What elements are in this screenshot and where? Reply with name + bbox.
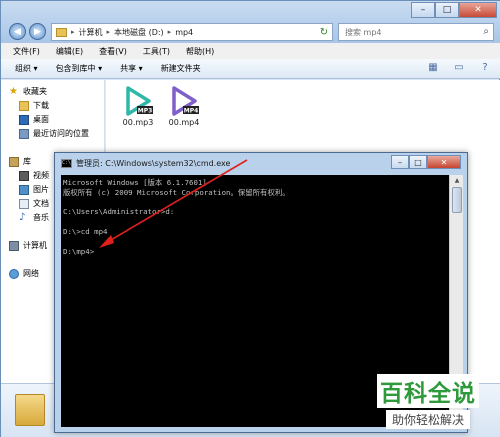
- nav-desktop[interactable]: 桌面: [19, 114, 49, 125]
- nav-videos[interactable]: 视频: [19, 170, 49, 181]
- include-in-library-button[interactable]: 包含到库中 ▾: [56, 63, 103, 74]
- nav-desktop-label: 桌面: [33, 115, 49, 124]
- chevron-right-icon: ▸: [71, 28, 75, 36]
- watermark-logo: 百科全说 助你轻松解决: [364, 370, 492, 432]
- console-line: D:\>cd mp4: [63, 226, 108, 236]
- explorer-window-controls: – □ ✕: [411, 2, 497, 18]
- close-button[interactable]: ✕: [459, 2, 497, 18]
- library-icon: [9, 156, 19, 167]
- network-icon: [9, 268, 19, 279]
- folder-icon: [15, 394, 45, 426]
- nav-pictures-label: 图片: [33, 185, 49, 194]
- nav-recent[interactable]: 最近访问的位置: [19, 128, 89, 139]
- cmd-close-button[interactable]: ✕: [427, 155, 461, 169]
- cmd-icon: C:\: [61, 158, 72, 168]
- computer-icon: [9, 240, 19, 251]
- console-line: 版权所有 (c) 2009 Microsoft Corporation。保留所有…: [63, 187, 290, 197]
- explorer-titlebar: – □ ✕ ◀ ▶ ▸ 计算机 ▸ 本地磁盘 (D:) ▸ mp4 ↻ ⌕: [1, 1, 500, 43]
- nav-computer[interactable]: 计算机: [9, 240, 47, 251]
- menu-file[interactable]: 文件(F): [5, 46, 48, 57]
- console-line: [63, 217, 447, 227]
- nav-music-label: 音乐: [33, 213, 49, 222]
- nav-documents-label: 文档: [33, 199, 49, 208]
- chevron-right-icon: ▸: [167, 28, 172, 36]
- folder-icon: [56, 27, 67, 37]
- minimize-button[interactable]: –: [411, 2, 435, 18]
- menu-help[interactable]: 帮助(H): [178, 46, 222, 57]
- forward-button[interactable]: ▶: [29, 23, 46, 40]
- search-icon[interactable]: ⌕: [483, 26, 489, 37]
- cmd-window-controls: – □ ✕: [391, 155, 461, 169]
- file-name: 00.mp3: [122, 118, 154, 127]
- picture-library-icon: [19, 184, 29, 195]
- mp4-badge: MP4: [184, 108, 199, 115]
- help-icon[interactable]: ?: [479, 62, 491, 74]
- scroll-up-icon[interactable]: ▲: [452, 176, 462, 186]
- chevron-right-icon: ▸: [106, 28, 111, 36]
- nav-recent-label: 最近访问的位置: [33, 129, 89, 138]
- file-name: 00.mp4: [168, 118, 200, 127]
- console-line: [63, 198, 447, 208]
- address-bar[interactable]: ▸ 计算机 ▸ 本地磁盘 (D:) ▸ mp4: [51, 23, 333, 41]
- cmd-maximize-button[interactable]: □: [409, 155, 427, 169]
- nav-computer-label: 计算机: [23, 241, 47, 250]
- cmd-titlebar[interactable]: C:\ 管理员: C:\Windows\system32\cmd.exe – □…: [55, 153, 467, 173]
- breadcrumb-drive[interactable]: 本地磁盘 (D:): [114, 27, 164, 38]
- nav-libraries-label: 库: [23, 157, 31, 166]
- document-library-icon: [19, 198, 29, 209]
- download-folder-icon: [19, 100, 29, 111]
- nav-downloads[interactable]: 下载: [19, 100, 49, 111]
- console-prompt: D:\mp4>: [63, 246, 95, 256]
- menu-view[interactable]: 查看(V): [91, 46, 135, 57]
- back-button[interactable]: ◀: [9, 23, 26, 40]
- cmd-title: 管理员: C:\Windows\system32\cmd.exe: [76, 158, 231, 168]
- video-library-icon: [19, 170, 29, 181]
- file-item-mp4[interactable]: MP4 00.mp4: [162, 86, 206, 127]
- desktop-icon: [19, 114, 29, 125]
- star-icon: ★: [9, 85, 18, 97]
- maximize-button[interactable]: □: [435, 2, 459, 18]
- menu-tools[interactable]: 工具(T): [135, 46, 178, 57]
- console-line: [63, 237, 447, 247]
- nav-network[interactable]: 网络: [9, 268, 39, 279]
- nav-favorites[interactable]: ★ 收藏夹: [9, 86, 47, 97]
- organize-button[interactable]: 组织 ▾: [15, 63, 38, 74]
- mp3-badge: MP3: [138, 108, 153, 115]
- menu-bar: 文件(F) 编辑(E) 查看(V) 工具(T) 帮助(H): [1, 43, 500, 59]
- command-toolbar: 组织 ▾ 包含到库中 ▾ 共享 ▾ 新建文件夹 ▦ ▭ ?: [1, 59, 500, 79]
- console-line: Microsoft Windows [版本 6.1.7601]: [63, 178, 207, 187]
- toolbar-right: ▦ ▭ ?: [427, 62, 491, 74]
- file-item-mp3[interactable]: MP3 00.mp3: [116, 86, 160, 127]
- menu-edit[interactable]: 编辑(E): [48, 46, 91, 57]
- new-folder-button[interactable]: 新建文件夹: [161, 63, 201, 74]
- breadcrumb-folder[interactable]: mp4: [175, 28, 193, 37]
- breadcrumb-computer[interactable]: 计算机: [79, 27, 103, 38]
- nav-libraries[interactable]: 库: [9, 156, 31, 167]
- nav-videos-label: 视频: [33, 171, 49, 180]
- nav-favorites-label: 收藏夹: [23, 87, 47, 96]
- preview-pane-icon[interactable]: ▭: [453, 62, 465, 74]
- nav-music[interactable]: ♪ 音乐: [19, 212, 49, 223]
- refresh-icon[interactable]: ↻: [315, 23, 333, 41]
- nav-network-label: 网络: [23, 269, 39, 278]
- view-options-icon[interactable]: ▦: [427, 62, 439, 74]
- search-box[interactable]: ⌕: [338, 23, 494, 41]
- console-line: C:\Users\Administrator>d:: [63, 207, 175, 217]
- nav-pictures[interactable]: 图片: [19, 184, 49, 195]
- cmd-minimize-button[interactable]: –: [391, 155, 409, 169]
- watermark-title: 百科全说: [377, 373, 479, 408]
- scroll-thumb[interactable]: [452, 187, 462, 213]
- recent-places-icon: [19, 128, 29, 139]
- mp4-file-icon: MP4: [172, 86, 199, 116]
- search-input[interactable]: [345, 27, 475, 37]
- nav-downloads-label: 下载: [33, 101, 49, 110]
- watermark-subtitle: 助你轻松解决: [385, 409, 470, 429]
- music-note-icon: ♪: [19, 211, 26, 223]
- share-button[interactable]: 共享 ▾: [120, 63, 143, 74]
- nav-documents[interactable]: 文档: [19, 198, 49, 209]
- mp3-file-icon: MP3: [126, 86, 153, 116]
